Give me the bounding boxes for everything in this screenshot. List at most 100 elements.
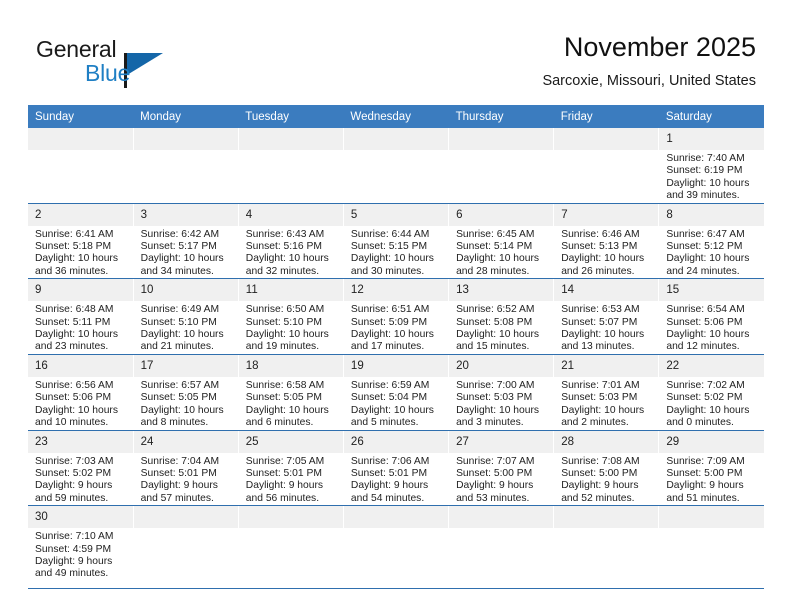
calendar-day-cell[interactable]: 17 Sunrise: 6:57 AM Sunset: 5:05 PM Dayligh…: [133, 354, 239, 431]
page-title: November 2025: [563, 32, 756, 62]
calendar-day-cell[interactable]: 8 Sunrise: 6:47 AM Sunset: 5:12 PM Daylight…: [658, 203, 764, 280]
day-details: Sunrise: 6:50 AM Sunset: 5:10 PM Daylight:…: [239, 301, 343, 354]
calendar-week-row: 2 Sunrise: 6:41 AM Sunset: 5:18 PM Daylight…: [28, 203, 764, 280]
day-number: 14: [554, 279, 659, 302]
brand-logo[interactable]: General Blue: [36, 36, 226, 92]
daylight-text: Daylight: 10 hours and 19 minutes.: [245, 329, 329, 353]
calendar-day-cell[interactable]: 6 Sunrise: 6:45 AM Sunset: 5:14 PM Daylight…: [448, 203, 555, 280]
sunrise-text: Sunrise: 6:46 AM: [561, 228, 640, 240]
calendar-day-cell[interactable]: 25 Sunrise: 7:05 AM Sunset: 5:01 PM Dayligh…: [238, 430, 344, 507]
day-details: Sunrise: 6:46 AM Sunset: 5:13 PM Daylight:…: [554, 226, 658, 279]
sunrise-text: Sunrise: 7:02 AM: [666, 379, 745, 391]
sunrise-text: Sunrise: 6:59 AM: [350, 379, 430, 391]
day-details: Sunrise: 6:48 AM Sunset: 5:11 PM Daylight:…: [28, 301, 133, 354]
day-number: [28, 128, 133, 150]
blue-triangle-logo-icon: [127, 53, 163, 75]
calendar-day-cell-empty: [553, 505, 660, 590]
calendar-day-cell[interactable]: 1 Sunrise: 7:40 AM Sunset: 6:19 PM Daylight…: [658, 128, 764, 204]
sunrise-text: Sunrise: 6:53 AM: [561, 304, 640, 316]
daylight-text: Daylight: 10 hours and 32 minutes.: [245, 253, 329, 277]
sunset-text: Sunset: 5:05 PM: [245, 392, 322, 404]
calendar-day-cell-empty: [28, 128, 134, 204]
day-details: Sunrise: 7:06 AM Sunset: 5:01 PM Daylight:…: [344, 453, 448, 506]
calendar-day-cell[interactable]: 29 Sunrise: 7:09 AM Sunset: 5:00 PM Dayligh…: [658, 430, 764, 507]
sunset-text: Sunset: 5:18 PM: [35, 241, 112, 253]
calendar-day-cell[interactable]: 14 Sunrise: 6:53 AM Sunset: 5:07 PM Dayligh…: [553, 278, 660, 355]
sunset-text: Sunset: 5:02 PM: [666, 392, 743, 404]
calendar-day-cell[interactable]: 10 Sunrise: 6:49 AM Sunset: 5:10 PM Dayligh…: [133, 278, 239, 355]
calendar-day-cell-empty: [343, 128, 450, 204]
sunset-text: Sunset: 6:19 PM: [666, 165, 743, 177]
day-details: Sunrise: 6:47 AM Sunset: 5:12 PM Daylight:…: [659, 226, 764, 279]
day-number: 2: [28, 203, 133, 226]
calendar-day-cell[interactable]: 27 Sunrise: 7:07 AM Sunset: 5:00 PM Dayligh…: [448, 430, 555, 507]
calendar-day-cell[interactable]: 15 Sunrise: 6:54 AM Sunset: 5:06 PM Dayligh…: [658, 278, 764, 355]
calendar-day-cell[interactable]: 4 Sunrise: 6:43 AM Sunset: 5:16 PM Daylight…: [238, 203, 344, 280]
daylight-text: Daylight: 9 hours and 57 minutes.: [140, 480, 218, 504]
calendar-week-row: 30 Sunrise: 7:10 AM Sunset: 4:59 PM Dayligh…: [28, 505, 764, 590]
weekday-header-thursday: Thursday: [448, 105, 554, 128]
calendar-day-cell[interactable]: 22 Sunrise: 7:02 AM Sunset: 5:02 PM Dayligh…: [658, 354, 764, 431]
day-number: 23: [28, 430, 133, 453]
day-details: Sunrise: 7:08 AM Sunset: 5:00 PM Daylight:…: [554, 453, 658, 506]
day-details: Sunrise: 7:01 AM Sunset: 5:03 PM Daylight:…: [554, 377, 658, 430]
calendar-day-cell[interactable]: 12 Sunrise: 6:51 AM Sunset: 5:09 PM Dayligh…: [343, 278, 450, 355]
sunrise-text: Sunrise: 6:45 AM: [456, 228, 535, 240]
sunrise-text: Sunrise: 7:03 AM: [35, 455, 114, 467]
day-number: 15: [659, 279, 764, 302]
weekday-header-tuesday: Tuesday: [238, 105, 344, 128]
calendar-day-cell[interactable]: 2 Sunrise: 6:41 AM Sunset: 5:18 PM Daylight…: [28, 203, 134, 280]
calendar-day-cell[interactable]: 3 Sunrise: 6:42 AM Sunset: 5:17 PM Daylight…: [133, 203, 239, 280]
calendar-day-cell[interactable]: 19 Sunrise: 6:59 AM Sunset: 5:04 PM Dayligh…: [343, 354, 450, 431]
day-number: 9: [28, 279, 133, 302]
daylight-text: Daylight: 10 hours and 2 minutes.: [561, 404, 645, 429]
day-details: Sunrise: 6:41 AM Sunset: 5:18 PM Daylight:…: [28, 226, 133, 279]
day-number: 21: [554, 354, 659, 377]
calendar-day-cell[interactable]: 26 Sunrise: 7:06 AM Sunset: 5:01 PM Dayligh…: [343, 430, 450, 507]
weekday-header-friday: Friday: [553, 105, 659, 128]
day-details: Sunrise: 7:40 AM Sunset: 6:19 PM Daylight:…: [659, 150, 764, 203]
daylight-text: Daylight: 10 hours and 34 minutes.: [140, 253, 224, 277]
sunrise-text: Sunrise: 6:48 AM: [35, 304, 114, 316]
sunrise-text: Sunrise: 7:09 AM: [666, 455, 745, 467]
day-number: 17: [133, 354, 238, 377]
daylight-text: Daylight: 10 hours and 36 minutes.: [35, 253, 118, 277]
calendar-day-cell[interactable]: 18 Sunrise: 6:58 AM Sunset: 5:05 PM Dayligh…: [238, 354, 344, 431]
daylight-text: Daylight: 10 hours and 3 minutes.: [456, 404, 540, 429]
sunrise-text: Sunrise: 6:47 AM: [666, 228, 745, 240]
calendar-day-cell[interactable]: 21 Sunrise: 7:01 AM Sunset: 5:03 PM Dayligh…: [553, 354, 660, 431]
calendar-day-cell[interactable]: 9 Sunrise: 6:48 AM Sunset: 5:11 PM Daylight…: [28, 278, 134, 355]
day-details: Sunrise: 7:02 AM Sunset: 5:02 PM Daylight:…: [659, 377, 764, 430]
daylight-text: Daylight: 10 hours and 17 minutes.: [350, 329, 434, 353]
sunset-text: Sunset: 5:06 PM: [35, 392, 112, 404]
calendar-day-cell[interactable]: 28 Sunrise: 7:08 AM Sunset: 5:00 PM Dayligh…: [553, 430, 660, 507]
day-number: 4: [238, 203, 343, 226]
day-details: Sunrise: 6:44 AM Sunset: 5:15 PM Daylight:…: [344, 226, 448, 279]
calendar-day-cell[interactable]: 13 Sunrise: 6:52 AM Sunset: 5:08 PM Dayligh…: [448, 278, 555, 355]
sunset-text: Sunset: 5:07 PM: [561, 316, 638, 328]
daylight-text: Daylight: 10 hours and 39 minutes.: [666, 177, 750, 202]
sunset-text: Sunset: 5:13 PM: [561, 241, 638, 253]
calendar-week-row: 23 Sunrise: 7:03 AM Sunset: 5:02 PM Dayligh…: [28, 430, 764, 507]
daylight-text: Daylight: 10 hours and 15 minutes.: [456, 329, 540, 353]
calendar-day-cell[interactable]: 30 Sunrise: 7:10 AM Sunset: 4:59 PM Dayligh…: [28, 505, 134, 590]
sunset-text: Sunset: 5:04 PM: [350, 392, 428, 404]
calendar-day-cell[interactable]: 24 Sunrise: 7:04 AM Sunset: 5:01 PM Dayligh…: [133, 430, 239, 507]
weekday-header-monday: Monday: [133, 105, 239, 128]
calendar-day-cell[interactable]: 5 Sunrise: 6:44 AM Sunset: 5:15 PM Daylight…: [343, 203, 450, 280]
daylight-text: Daylight: 10 hours and 26 minutes.: [561, 253, 645, 277]
calendar-day-cell[interactable]: 11 Sunrise: 6:50 AM Sunset: 5:10 PM Dayligh…: [238, 278, 344, 355]
day-details: Sunrise: 6:52 AM Sunset: 5:08 PM Daylight:…: [449, 301, 553, 354]
calendar-day-cell[interactable]: 23 Sunrise: 7:03 AM Sunset: 5:02 PM Dayligh…: [28, 430, 134, 507]
calendar-day-cell[interactable]: 16 Sunrise: 6:56 AM Sunset: 5:06 PM Dayligh…: [28, 354, 134, 431]
day-number: 22: [659, 354, 764, 377]
calendar-day-cell[interactable]: 20 Sunrise: 7:00 AM Sunset: 5:03 PM Dayligh…: [448, 354, 555, 431]
sunrise-text: Sunrise: 7:04 AM: [140, 455, 220, 467]
daylight-text: Daylight: 9 hours and 51 minutes.: [666, 480, 744, 504]
day-details: Sunrise: 7:10 AM Sunset: 4:59 PM Daylight:…: [28, 528, 133, 581]
calendar-day-cell[interactable]: 7 Sunrise: 6:46 AM Sunset: 5:13 PM Daylight…: [553, 203, 660, 280]
day-details: Sunrise: 6:56 AM Sunset: 5:06 PM Daylight:…: [28, 377, 133, 430]
sunrise-text: Sunrise: 7:10 AM: [35, 531, 114, 543]
weekday-header-wednesday: Wednesday: [343, 105, 449, 128]
day-number: [449, 128, 554, 150]
